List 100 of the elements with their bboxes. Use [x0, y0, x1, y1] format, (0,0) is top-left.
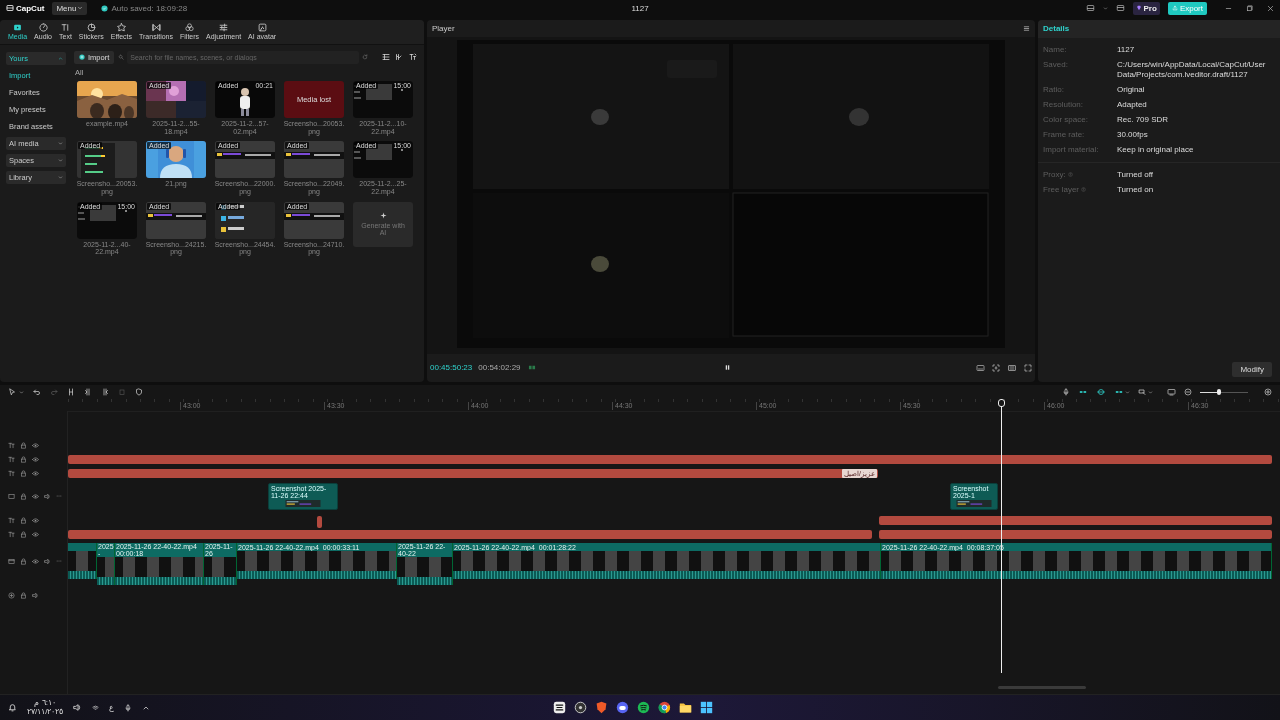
split-left-icon[interactable] [84, 388, 92, 397]
circles-icon [185, 23, 195, 33]
focus-icon[interactable] [992, 363, 1000, 372]
field-label: Name: [1043, 44, 1068, 55]
text-size-icon[interactable] [408, 53, 418, 62]
network-icon[interactable] [92, 704, 100, 711]
eye-icon[interactable] [32, 441, 39, 449]
sort-icon[interactable] [394, 53, 404, 62]
lock-icon[interactable] [20, 469, 27, 477]
pause-icon[interactable] [724, 364, 731, 372]
speaker-icon[interactable] [32, 591, 39, 599]
lock-icon[interactable] [20, 516, 27, 524]
split-icon[interactable] [67, 388, 75, 397]
aperture-icon[interactable] [574, 701, 587, 714]
total-time: 00:54:02:29 [478, 363, 521, 373]
shield-icon[interactable] [595, 701, 608, 714]
grid-icon[interactable] [526, 364, 537, 372]
preview-icon[interactable] [1138, 388, 1147, 397]
video-clip[interactable] [68, 543, 97, 580]
text-clip[interactable] [879, 529, 1272, 539]
link-icon[interactable] [1096, 388, 1106, 397]
zoom-out-icon[interactable] [1184, 388, 1192, 397]
zoom-in-icon[interactable] [1264, 388, 1272, 397]
field-value: Turned off [1117, 169, 1155, 180]
text-clip[interactable] [68, 529, 872, 539]
caret-up-icon [58, 55, 63, 61]
avatar-icon [257, 23, 267, 33]
microphone-icon[interactable] [1062, 388, 1070, 397]
menu-icon[interactable] [1023, 24, 1030, 32]
chat-icon[interactable] [616, 701, 629, 714]
caret-down-icon [58, 157, 63, 163]
volume-icon[interactable] [73, 703, 83, 712]
eye-icon[interactable] [32, 516, 39, 524]
lock-icon[interactable] [20, 441, 27, 449]
field-label: Proxy: [1043, 169, 1066, 180]
minimize-icon[interactable] [1225, 5, 1232, 12]
music-icon[interactable] [637, 701, 650, 714]
split-right-icon[interactable] [101, 388, 109, 397]
lock-icon[interactable] [20, 530, 27, 538]
project-title: 1127 [631, 4, 649, 13]
maximize-icon[interactable] [1246, 5, 1253, 12]
field-value: Keep in original place [1117, 144, 1195, 155]
sparkle-icon [116, 23, 126, 33]
screen-icon[interactable] [1167, 388, 1176, 397]
text-clip[interactable] [68, 454, 1272, 464]
text-clip[interactable] [317, 515, 322, 528]
fullscreen-icon[interactable] [1024, 363, 1032, 372]
panel-title: Details [1038, 19, 1280, 38]
eye-icon[interactable] [32, 557, 39, 565]
subtitle-icon[interactable] [976, 363, 985, 372]
caret-icon [77, 5, 84, 12]
lock-icon[interactable] [20, 492, 27, 500]
clock-date[interactable]: ٢٧/١١/٢٠٢٥ [27, 707, 64, 716]
text-track-icon [8, 455, 15, 463]
grid-view-icon[interactable] [382, 53, 390, 62]
bell-icon[interactable] [8, 703, 17, 712]
windows-icon[interactable] [700, 701, 713, 714]
undo-icon[interactable] [33, 388, 41, 397]
zoom-slider[interactable] [1200, 388, 1248, 397]
eye-icon[interactable] [32, 530, 39, 538]
browser-icon[interactable] [658, 701, 671, 714]
upload-icon [1171, 5, 1178, 12]
speaker-icon[interactable] [44, 557, 51, 565]
layout-icon[interactable] [1115, 4, 1125, 13]
caret-down-icon [58, 174, 63, 180]
sparkle-icon [379, 212, 387, 220]
shield-icon[interactable] [135, 388, 143, 397]
close-icon[interactable] [1267, 5, 1274, 12]
modify-button[interactable]: Modify [1232, 362, 1272, 378]
add-track-icon[interactable] [8, 591, 15, 599]
clock-time[interactable]: ٦:١٠ م [34, 699, 56, 708]
language-indicator[interactable]: ع [109, 703, 115, 712]
bowtie-icon [151, 23, 161, 33]
layout-icon[interactable] [1085, 4, 1095, 13]
menu-button[interactable]: Menu [52, 2, 88, 15]
pointer-icon[interactable] [8, 388, 16, 397]
microphone-icon[interactable] [124, 703, 133, 712]
zoom-slider-thumb[interactable] [1217, 389, 1222, 396]
sliders-icon [219, 23, 229, 33]
scrollbar[interactable] [998, 686, 1086, 690]
current-time: 00:45:50:23 [430, 363, 473, 373]
lock-icon[interactable] [20, 455, 27, 463]
speaker-icon[interactable] [44, 492, 51, 500]
text-clip[interactable] [879, 515, 1272, 525]
logo-icon [6, 4, 14, 13]
autosave-status: Auto saved: 18:09:28 [111, 4, 188, 13]
pro-button[interactable]: Pro [1132, 2, 1160, 15]
field-value: 1127 [1117, 44, 1136, 55]
text-track-icon [8, 530, 15, 538]
eye-icon[interactable] [32, 492, 39, 500]
search-icon [118, 54, 125, 61]
eye-icon[interactable] [32, 455, 39, 463]
eye-icon[interactable] [32, 469, 39, 477]
text-track-icon [8, 516, 15, 524]
lock-icon[interactable] [20, 591, 27, 599]
folder-icon[interactable] [679, 701, 692, 714]
lock-icon[interactable] [20, 557, 27, 565]
field-value: Rec. 709 SDR [1117, 114, 1170, 125]
app-icon[interactable] [553, 701, 566, 714]
ratio-icon[interactable] [1007, 363, 1017, 372]
